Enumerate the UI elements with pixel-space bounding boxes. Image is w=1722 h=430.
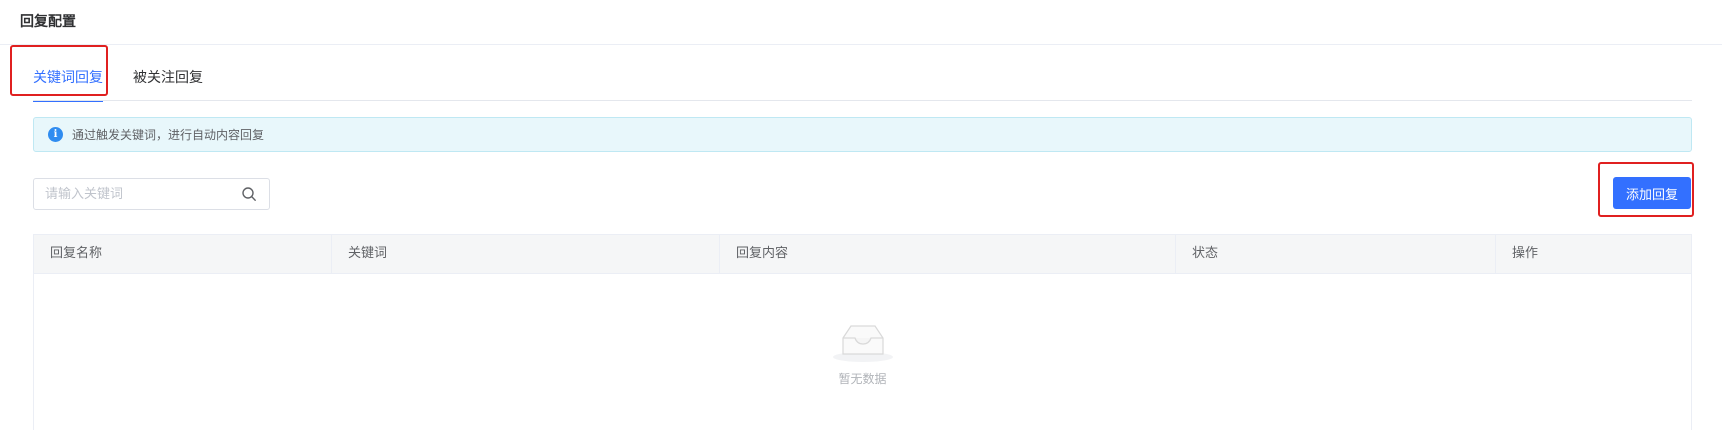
page-title: 回复配置	[20, 14, 76, 30]
tabs-divider	[33, 100, 1692, 101]
column-header-status: 状态	[1176, 235, 1496, 273]
alert-text: 通过触发关键词，进行自动内容回复	[72, 128, 265, 142]
table-header: 回复名称 关键词 回复内容 状态 操作	[34, 235, 1691, 274]
info-icon: i	[48, 127, 63, 142]
column-header-reply-name: 回复名称	[34, 235, 332, 273]
title-divider	[0, 44, 1722, 45]
empty-state: 暂无数据	[34, 320, 1691, 387]
search-icon[interactable]	[241, 186, 257, 202]
tab-keyword-reply[interactable]: 关键词回复	[33, 68, 103, 102]
column-header-reply-content: 回复内容	[720, 235, 1176, 273]
reply-table: 回复名称 关键词 回复内容 状态 操作 暂无数据	[33, 234, 1692, 430]
tab-follow-reply[interactable]: 被关注回复	[133, 68, 203, 102]
reply-config-page: 回复配置 关键词回复 被关注回复 i 通过触发关键词，进行自动内容回复 添加回复…	[0, 0, 1722, 430]
search-input[interactable]	[34, 180, 234, 208]
info-alert: i 通过触发关键词，进行自动内容回复	[33, 117, 1692, 152]
empty-text: 暂无数据	[838, 372, 887, 386]
empty-inbox-icon	[832, 325, 893, 362]
tab-bar: 关键词回复 被关注回复	[33, 68, 233, 102]
add-reply-button[interactable]: 添加回复	[1613, 177, 1691, 209]
column-header-keyword: 关键词	[332, 235, 720, 273]
search-box	[33, 178, 270, 210]
column-header-actions: 操作	[1512, 246, 1539, 261]
